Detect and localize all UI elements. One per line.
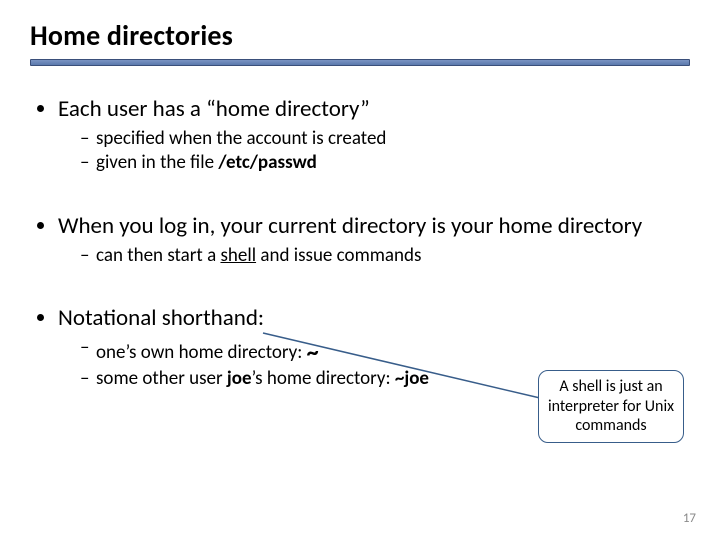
user-joe: joe <box>227 367 252 390</box>
bullet-3-sub-1-pre: one’s own home directory: <box>96 341 307 364</box>
tilde-joe: ~joe <box>395 367 429 390</box>
title-underline <box>30 59 690 67</box>
bullet-2-sub-1-pre: can then start a <box>96 244 220 267</box>
slide-title: Home directories <box>30 18 690 53</box>
shell-callout: A shell is just an interpreter for Unix … <box>538 370 684 443</box>
bullet-1-sub-1: specified when the account is created <box>80 127 684 151</box>
bullet-1-sub-2: given in the file /etc/passwd <box>80 151 684 175</box>
tilde-symbol: ~ <box>307 338 319 367</box>
bullet-2-sub-1-post: and issue commands <box>256 244 421 267</box>
bullet-2-sub-1: can then start a shell and issue command… <box>80 244 684 268</box>
slide-body: Each user has a “home directory” specifi… <box>30 95 690 391</box>
bullet-1: Each user has a “home directory” specifi… <box>58 95 684 176</box>
bullet-3-sub-1: one’s own home directory: ~ <box>80 336 684 367</box>
bullet-2-text: When you log in, your current directory … <box>58 212 642 240</box>
bullet-1-text: Each user has a “home directory” <box>58 95 370 123</box>
bullet-1-sub-2-pre: given in the file <box>96 151 218 174</box>
etc-passwd-path: /etc/passwd <box>218 151 316 174</box>
bullet-2: When you log in, your current directory … <box>58 212 684 268</box>
slide: Home directories Each user has a “home d… <box>0 0 720 540</box>
page-number: 17 <box>683 511 696 526</box>
shell-keyword: shell <box>220 244 256 267</box>
bullet-3-text: Notational shorthand: <box>58 304 264 332</box>
bullet-3-sub-2-mid: ’s home directory: <box>252 367 395 390</box>
bullet-3-sub-2-pre: some other user <box>96 367 227 390</box>
